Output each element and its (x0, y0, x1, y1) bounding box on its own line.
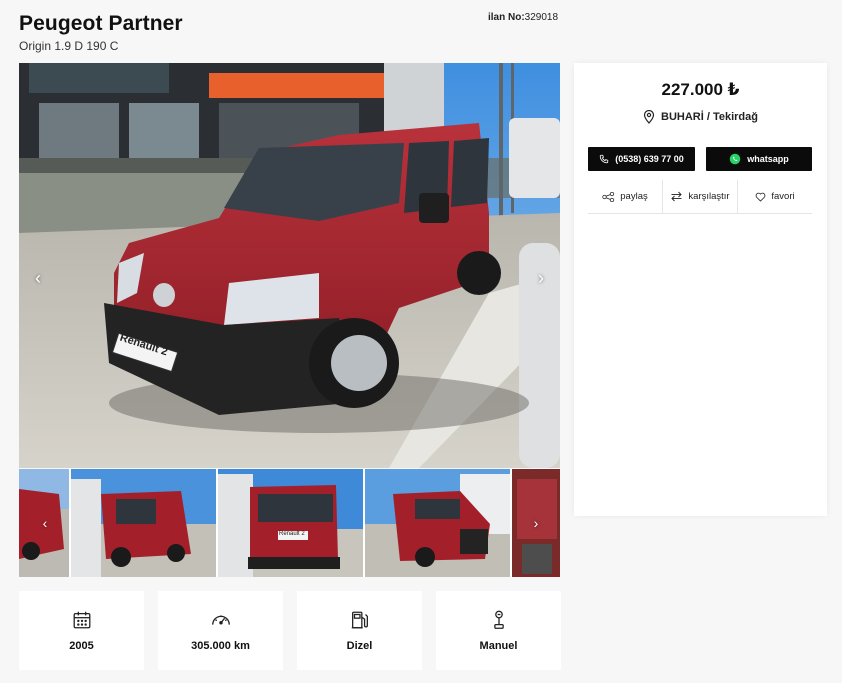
thumbnail-2[interactable] (71, 469, 216, 577)
car-photo-main (19, 63, 560, 468)
speedometer-icon (211, 615, 230, 625)
price-panel: 227.000 ₺ BUHARİ / Tekirdağ (0538) 639 7… (574, 63, 827, 516)
phone-icon (600, 154, 609, 164)
location-pin-icon (643, 110, 655, 124)
chevron-left-icon: ‹ (35, 267, 41, 288)
compare-label: karşılaştır (688, 191, 730, 202)
favorite-button[interactable]: favori (738, 180, 812, 213)
location-text: BUHARİ / Tekirdağ (661, 111, 758, 123)
chevron-right-icon: › (533, 515, 539, 531)
thumbnail-prev-button[interactable]: ‹ (37, 513, 53, 533)
listing-actions: paylaş karşılaştır favori (588, 180, 812, 214)
favorite-label: favori (771, 191, 795, 202)
share-label: paylaş (620, 191, 648, 202)
spec-mileage: 305.000 km (158, 591, 283, 670)
chevron-left-icon: ‹ (42, 515, 48, 531)
thumbnail-3[interactable]: Renault 2 (218, 469, 363, 577)
main-photo[interactable]: Renault 2 ‹ › (19, 63, 560, 468)
next-photo-button[interactable]: › (530, 263, 552, 293)
call-button-label: (0538) 639 77 00 (615, 154, 684, 164)
whatsapp-button-label: whatsapp (747, 154, 789, 164)
spec-fuel: Dizel (297, 591, 422, 670)
price: 227.000 ₺ (661, 80, 740, 99)
share-icon (602, 191, 615, 202)
spec-year-value: 2005 (69, 640, 94, 652)
listing-number: ilan No:329018 (488, 12, 558, 23)
compare-arrows-icon (671, 191, 683, 202)
fuel-pump-icon (351, 611, 368, 629)
location: BUHARİ / Tekirdağ (574, 110, 827, 124)
listing-title: Peugeot Partner (19, 12, 183, 35)
license-plate-thumb: Renault 2 (279, 531, 305, 537)
chevron-right-icon: › (538, 267, 544, 288)
listing-number-label: ilan No: (488, 12, 525, 23)
whatsapp-icon (729, 153, 741, 165)
thumbnail-next-button[interactable]: › (528, 513, 544, 533)
listing-subtitle: Origin 1.9 D 190 C (19, 39, 119, 53)
spec-transmission-value: Manuel (479, 640, 518, 652)
gear-shift-icon (493, 610, 504, 629)
heart-icon (756, 192, 766, 202)
thumbnail-strip: Renault 2 ‹ › (19, 469, 560, 577)
calendar-icon (73, 611, 90, 629)
prev-photo-button[interactable]: ‹ (27, 263, 49, 293)
spec-fuel-value: Dizel (346, 640, 373, 652)
whatsapp-button[interactable]: whatsapp (706, 147, 812, 171)
listing-number-value: 329018 (524, 12, 559, 23)
call-button[interactable]: (0538) 639 77 00 (588, 147, 695, 171)
spec-year: 2005 (19, 591, 144, 670)
compare-button[interactable]: karşılaştır (663, 180, 738, 213)
spec-transmission: Manuel (436, 591, 561, 670)
share-button[interactable]: paylaş (588, 180, 663, 213)
thumbnail-4[interactable] (365, 469, 510, 577)
spec-mileage-value: 305.000 km (191, 640, 250, 652)
spec-cards: 2005 305.000 km Dizel Manuel (19, 591, 561, 670)
